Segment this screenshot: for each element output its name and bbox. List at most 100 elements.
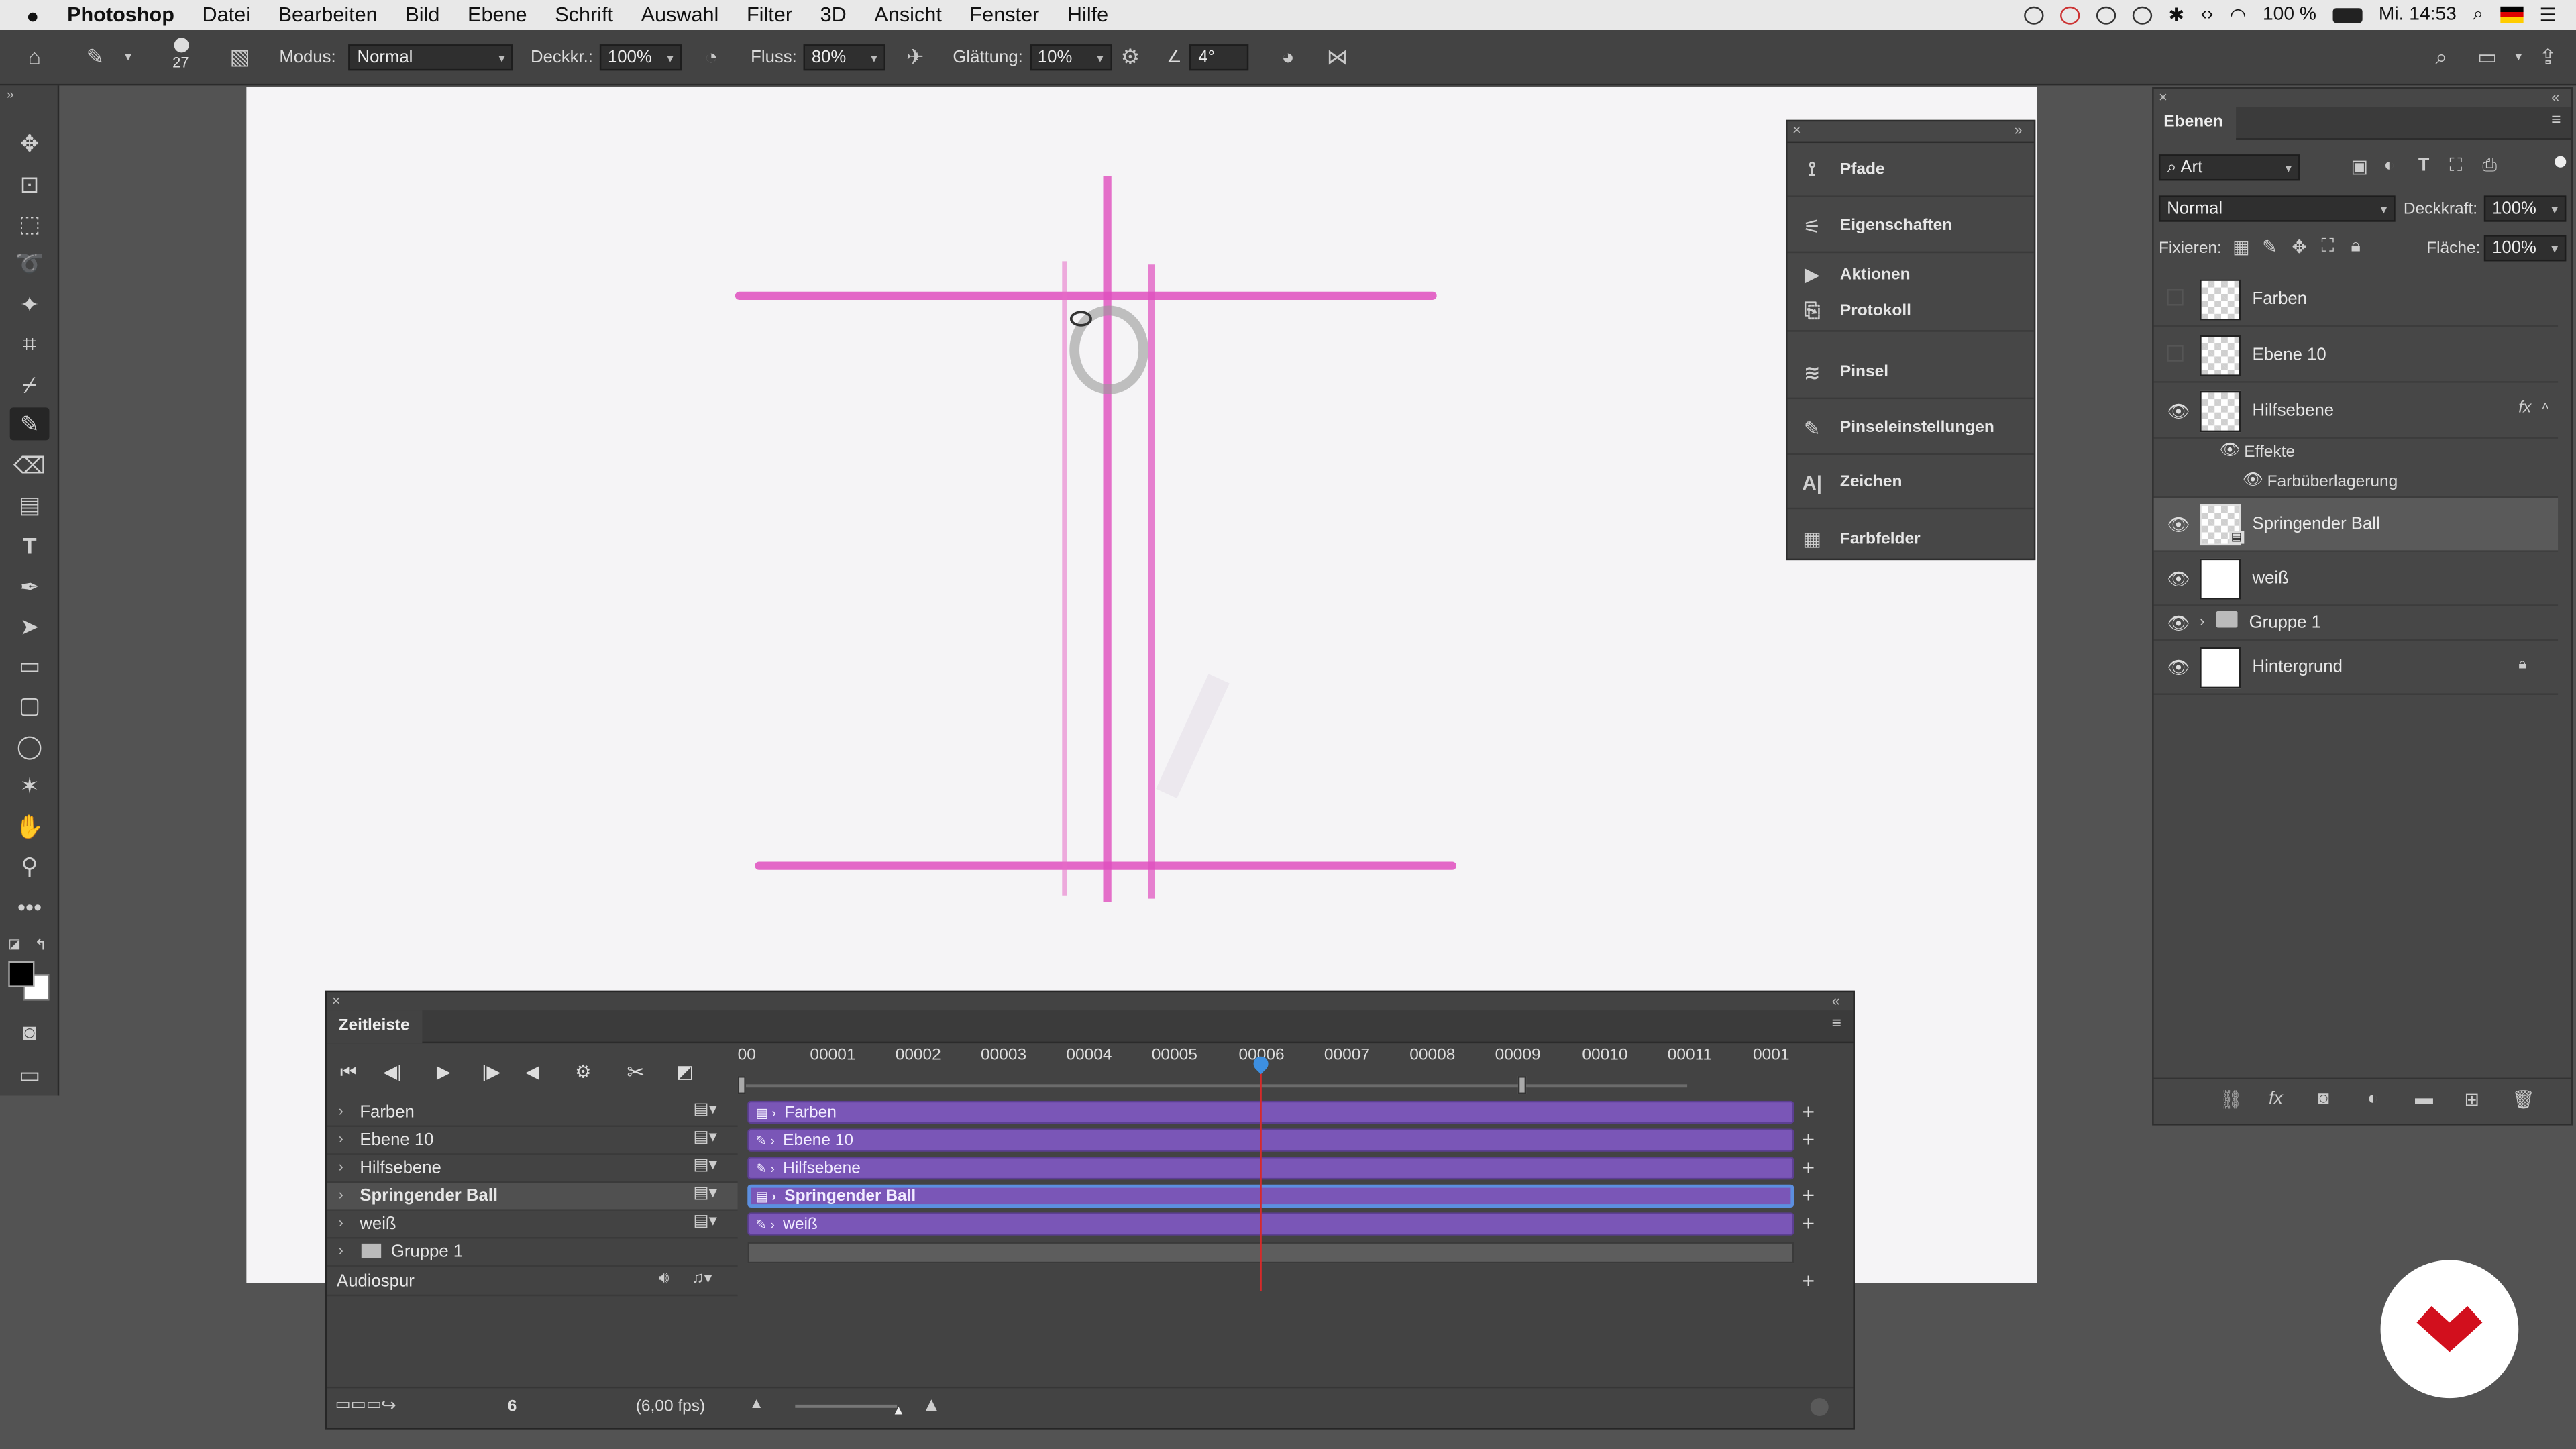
path-selection-tool-icon[interactable]: ➤ — [10, 610, 50, 643]
panel-item-pinseleinstellungen[interactable]: ✎ Pinseleinstellungen — [1787, 402, 2034, 455]
add-media-icon[interactable]: + — [1803, 1128, 1822, 1151]
menu-datei[interactable]: Datei — [203, 3, 250, 26]
collapse-panel-icon[interactable]: « — [1832, 992, 1840, 1008]
eye-icon[interactable]: 👁︎ — [2167, 612, 2190, 634]
lock-artboard-icon[interactable]: ⛶ — [2321, 237, 2334, 258]
clip-farben[interactable]: ▤ › Farben — [747, 1100, 1794, 1124]
timeline-scroll-knob[interactable] — [1810, 1398, 1829, 1417]
angle-input[interactable]: 4° — [1190, 44, 1250, 71]
menu-app-photoshop[interactable]: Photoshop — [67, 3, 174, 26]
track-springender-ball[interactable]: › Springender Ball ▤▾ — [327, 1183, 738, 1211]
brush-preset-dropdown-icon[interactable]: ▾ — [115, 44, 141, 70]
swap-colors-icon[interactable]: ↰ — [34, 936, 46, 955]
spotlight-search-icon[interactable]: ⌕ — [2473, 4, 2483, 25]
apple-icon[interactable]: ● — [26, 3, 39, 28]
brush-panel-toggle-icon[interactable]: ▧ — [227, 44, 253, 70]
search-icon[interactable]: ⌕ — [2428, 44, 2455, 70]
screen-mode-icon[interactable]: ▭ — [10, 1058, 50, 1091]
brush-tool-preset-icon[interactable]: ✎ — [82, 44, 108, 70]
render-video-icon[interactable]: ↪ — [381, 1395, 396, 1416]
wifi-icon[interactable]: ◠ — [2230, 3, 2247, 26]
effects-row[interactable]: 👁︎ Effekte — [2154, 439, 2558, 468]
effect-color-overlay-row[interactable]: 👁︎ Farbüberlagerung — [2153, 468, 2559, 498]
battery-icon[interactable] — [2332, 7, 2363, 23]
eye-icon[interactable]: 👁︎ — [2167, 657, 2190, 678]
dropbox-icon[interactable] — [2096, 5, 2116, 24]
brush-size-picker[interactable]: 27 — [161, 38, 201, 80]
track-gruppe-1[interactable]: › Gruppe 1 — [327, 1239, 738, 1267]
transition-icon[interactable]: ◩ — [672, 1060, 698, 1086]
eye-icon[interactable]: 👁︎ — [2167, 401, 2190, 422]
zoom-out-mountain-icon[interactable]: ▲ — [749, 1395, 764, 1411]
zoom-slider-thumb[interactable]: ▲ — [892, 1403, 905, 1417]
foreground-color-swatch[interactable] — [8, 961, 35, 987]
workspace-dropdown-icon[interactable]: ▾ — [2506, 44, 2532, 70]
rounded-rectangle-tool-icon[interactable]: ▢ — [10, 688, 50, 721]
fx-badge[interactable]: fx — [2518, 399, 2531, 417]
add-media-icon[interactable]: + — [1803, 1156, 1822, 1179]
mode-select[interactable]: Normal ▾ — [349, 44, 514, 71]
layer-row-ebene-10[interactable]: Ebene 10 — [2153, 329, 2559, 383]
speaker-icon[interactable]: 🔊︎ — [659, 1270, 669, 1288]
tab-zeitleiste[interactable]: Zeitleiste — [327, 1010, 423, 1044]
time-machine-icon[interactable] — [2132, 5, 2153, 24]
flow-input[interactable]: 80% ▾ — [803, 44, 886, 71]
layer-row-hintergrund[interactable]: 👁︎ Hintergrund 🔒︎ — [2153, 641, 2559, 695]
chevron-right-icon[interactable]: › — [338, 1102, 343, 1118]
menu-bild[interactable]: Bild — [405, 3, 439, 26]
gradient-tool-icon[interactable]: ▤ — [10, 488, 50, 521]
panel-item-pfade[interactable]: ⟟ Pfade — [1787, 145, 2034, 197]
menu-hilfe[interactable]: Hilfe — [1067, 3, 1108, 26]
default-colors-icon[interactable]: ◪ — [8, 936, 21, 951]
add-mask-icon[interactable]: ◙ — [2318, 1089, 2329, 1109]
group-track-bar[interactable] — [747, 1242, 1794, 1264]
filter-toggle-icon[interactable] — [2555, 156, 2567, 168]
work-area-start-handle[interactable] — [737, 1076, 746, 1095]
magic-wand-tool-icon[interactable]: ✦ — [10, 288, 50, 321]
film-strip-icon[interactable]: ▤▾ — [693, 1157, 716, 1175]
layer-row-hilfsebene[interactable]: 👁︎ Hilfsebene fx ˄ — [2153, 384, 2559, 439]
add-media-icon[interactable]: + — [1803, 1183, 1822, 1208]
layer-row-weiss[interactable]: 👁︎ weiß — [2153, 552, 2559, 606]
workspace-icon[interactable]: ▭ — [2474, 44, 2500, 70]
panel-menu-icon[interactable]: ≡ — [1832, 1015, 1841, 1033]
pen-tool-icon[interactable]: ✒ — [10, 570, 50, 603]
filter-pixel-icon[interactable]: ▣ — [2351, 156, 2367, 177]
film-strip-icon[interactable]: ▤▾ — [693, 1128, 716, 1146]
smoothing-input[interactable]: 10% ▾ — [1029, 44, 1112, 71]
visibility-off-box[interactable] — [2167, 289, 2184, 306]
layer-row-springender-ball[interactable]: 👁︎ ▤ Springender Ball — [2153, 498, 2559, 552]
chevron-right-icon[interactable]: › — [338, 1214, 343, 1230]
trash-icon[interactable]: 🗑︎ — [2512, 1089, 2534, 1110]
pressure-opacity-icon[interactable]: ◔ — [698, 44, 724, 70]
lock-image-icon[interactable]: ✎ — [2262, 237, 2277, 258]
expand-panels-icon[interactable]: » — [2014, 121, 2022, 138]
quick-mask-icon[interactable]: ◙ — [10, 1015, 50, 1048]
adjustment-layer-icon[interactable]: ◐ — [2367, 1089, 2378, 1109]
track-farben[interactable]: › Farben ▤▾ — [327, 1099, 738, 1128]
track-weiss[interactable]: › weiß ▤▾ — [327, 1211, 738, 1239]
opacity-input[interactable]: 100% ▾ — [599, 44, 682, 71]
track-audiospur[interactable]: Audiospur 🔊︎ ♫▾ — [327, 1269, 738, 1297]
clip-ebene-10[interactable]: ✎ › Ebene 10 — [747, 1128, 1794, 1152]
fill-input[interactable]: 100% ▾ — [2483, 235, 2567, 262]
bluetooth-icon[interactable]: ✱ — [2169, 3, 2185, 26]
collapse-panel-icon[interactable]: « — [2551, 89, 2559, 105]
tray-icon-2[interactable] — [2059, 5, 2080, 24]
new-layer-icon[interactable]: ⊞ — [2464, 1089, 2479, 1110]
move-tool-icon[interactable]: ✥ — [10, 127, 50, 160]
layer-row-farben[interactable]: Farben — [2153, 273, 2559, 327]
close-icon[interactable]: × — [1792, 121, 1801, 138]
hand-tool-icon[interactable]: ✋ — [10, 810, 50, 843]
lock-all-icon[interactable]: 🔒︎ — [2351, 237, 2360, 258]
zoom-tool-icon[interactable]: ⚲ — [10, 849, 50, 882]
playback-settings-gear-icon[interactable]: ⚙ — [570, 1060, 596, 1086]
eraser-tool-icon[interactable]: ⌫ — [10, 449, 50, 482]
flag-de-icon[interactable] — [2500, 6, 2523, 23]
play-icon[interactable]: ▶ — [431, 1060, 457, 1086]
layer-row-gruppe-1[interactable]: 👁︎ › Gruppe 1 — [2153, 606, 2559, 641]
work-area-bar[interactable] — [742, 1084, 1688, 1088]
smoothing-settings-gear-icon[interactable]: ⚙ — [1117, 44, 1143, 70]
panel-item-aktionen[interactable]: ▶ Aktionen — [1787, 256, 2033, 292]
clip-springender-ball[interactable]: ▤ › Springender Ball — [747, 1184, 1794, 1208]
